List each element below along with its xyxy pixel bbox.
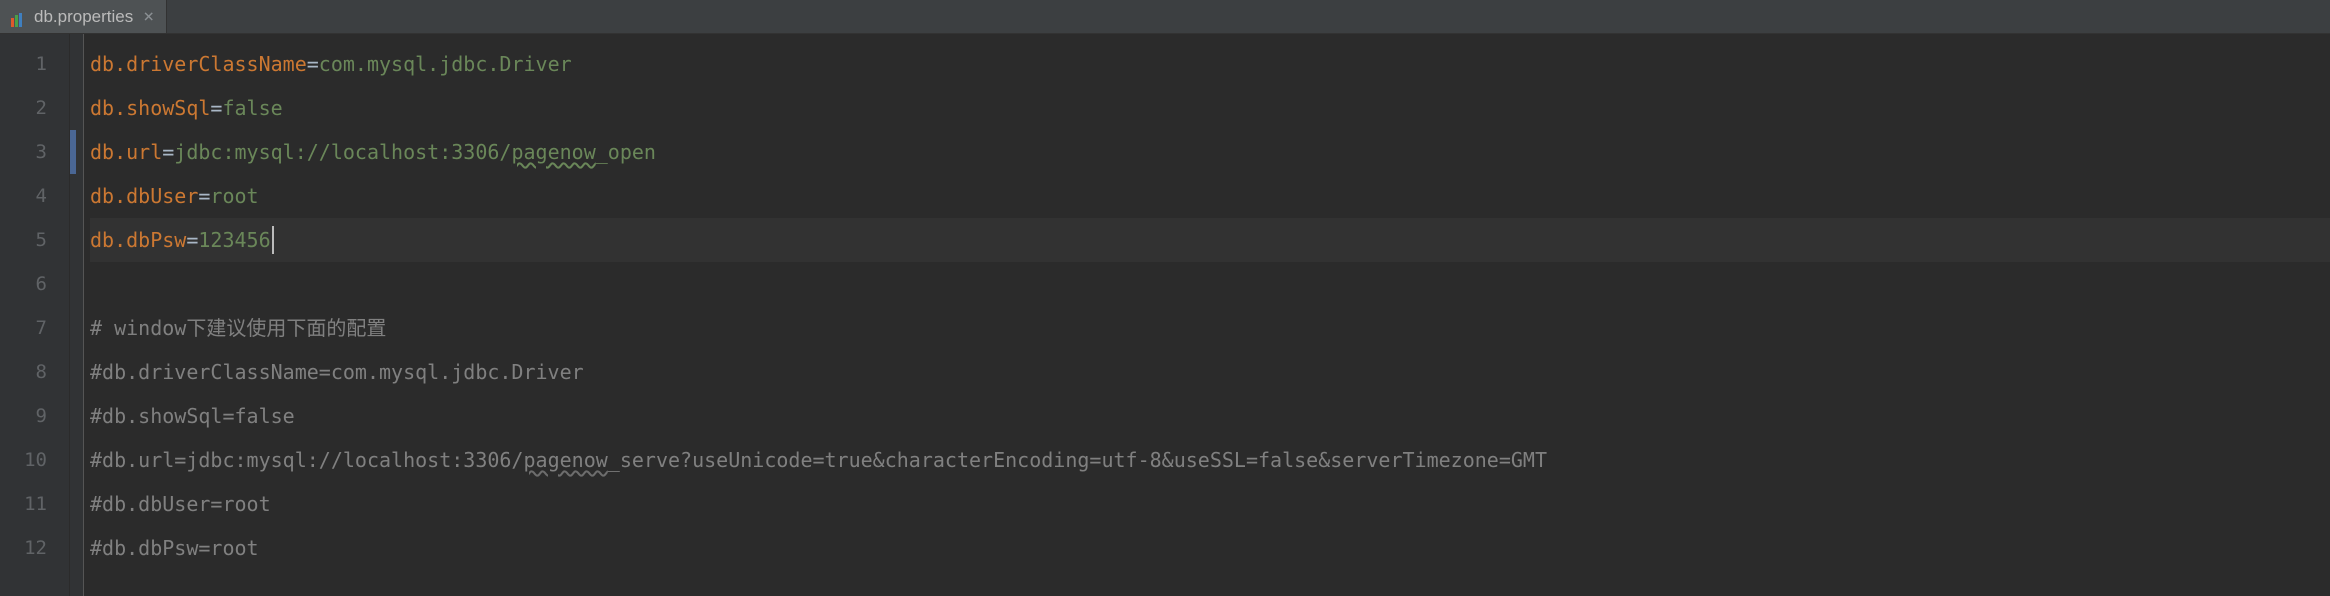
code-token: = [162, 130, 174, 174]
code-token: = [307, 42, 319, 86]
code-line[interactable] [90, 262, 2330, 306]
code-line[interactable]: db.dbUser=root [90, 174, 2330, 218]
line-number[interactable]: 8 [0, 350, 69, 394]
line-number[interactable]: 1 [0, 42, 69, 86]
line-number[interactable]: 11 [0, 482, 69, 526]
properties-file-icon [10, 9, 26, 25]
line-number-gutter[interactable]: 123456789101112 [0, 34, 70, 596]
line-number[interactable]: 7 [0, 306, 69, 350]
code-token: #db.driverClassName=com.mysql.jdbc.Drive… [90, 350, 584, 394]
code-token: _serve?useUnicode=true&characterEncoding… [608, 438, 1547, 482]
code-line[interactable]: db.driverClassName=com.mysql.jdbc.Driver [90, 42, 2330, 86]
close-icon[interactable]: × [141, 8, 156, 26]
code-line[interactable]: #db.dbUser=root [90, 482, 2330, 526]
file-tab[interactable]: db.properties × [0, 0, 167, 33]
code-token: 123456 [198, 218, 270, 262]
line-number[interactable]: 5 [0, 218, 69, 262]
code-token: #db.dbPsw=root [90, 526, 259, 570]
code-token: #db.showSql=false [90, 394, 295, 438]
line-number[interactable]: 4 [0, 174, 69, 218]
text-caret [272, 226, 274, 254]
line-number[interactable]: 9 [0, 394, 69, 438]
code-token: db.driverClassName [90, 42, 307, 86]
code-line[interactable]: #db.showSql=false [90, 394, 2330, 438]
code-token: false [222, 86, 282, 130]
code-line[interactable]: # window下建议使用下面的配置 [90, 306, 2330, 350]
code-token: db.showSql [90, 86, 210, 130]
vcs-change-marker[interactable] [70, 130, 76, 174]
code-token: com.mysql.jdbc.Driver [319, 42, 572, 86]
code-line[interactable]: #db.url=jdbc:mysql://localhost:3306/page… [90, 438, 2330, 482]
code-editor[interactable]: db.driverClassName=com.mysql.jdbc.Driver… [84, 34, 2330, 596]
code-token: root [210, 174, 258, 218]
line-number[interactable]: 2 [0, 86, 69, 130]
code-line[interactable]: db.dbPsw=123456 [90, 218, 2330, 262]
code-token: db.dbPsw [90, 218, 186, 262]
code-token: pagenow [511, 130, 595, 174]
code-token: pagenow [523, 438, 607, 482]
code-token: # window下建议使用下面的配置 [90, 306, 386, 350]
code-token: db.dbUser [90, 174, 198, 218]
line-number[interactable]: 10 [0, 438, 69, 482]
code-token: = [198, 174, 210, 218]
code-token: #db.url=jdbc:mysql://localhost:3306/ [90, 438, 523, 482]
tab-bar: db.properties × [0, 0, 2330, 34]
code-token: _open [596, 130, 656, 174]
code-token: = [210, 86, 222, 130]
tab-filename: db.properties [34, 7, 133, 27]
code-token: db.url [90, 130, 162, 174]
code-line[interactable]: #db.driverClassName=com.mysql.jdbc.Drive… [90, 350, 2330, 394]
line-number[interactable]: 6 [0, 262, 69, 306]
code-token: = [186, 218, 198, 262]
code-line[interactable]: #db.dbPsw=root [90, 526, 2330, 570]
editor-area: 123456789101112 db.driverClassName=com.m… [0, 34, 2330, 596]
code-line[interactable]: db.showSql=false [90, 86, 2330, 130]
code-token: jdbc:mysql://localhost:3306/ [174, 130, 511, 174]
code-line[interactable]: db.url=jdbc:mysql://localhost:3306/pagen… [90, 130, 2330, 174]
code-token: #db.dbUser=root [90, 482, 271, 526]
change-marker-strip [70, 34, 84, 596]
line-number[interactable]: 12 [0, 526, 69, 570]
line-number[interactable]: 3 [0, 130, 69, 174]
